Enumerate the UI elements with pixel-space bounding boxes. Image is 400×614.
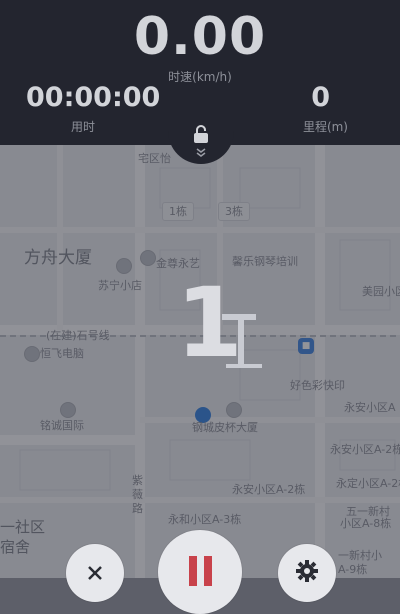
distance-value: 0 <box>311 82 330 113</box>
elapsed-time-value: 00:00:00 <box>26 82 161 113</box>
chevron-down-double-icon <box>196 148 206 157</box>
lock-icon <box>194 125 208 143</box>
close-icon <box>88 566 102 580</box>
pause-button[interactable] <box>158 530 242 614</box>
pause-icon <box>189 556 212 586</box>
gear-icon <box>296 560 318 582</box>
close-button[interactable] <box>66 544 124 602</box>
distance-label: 里程(m) <box>302 120 348 134</box>
settings-button[interactable] <box>278 544 336 602</box>
elapsed-time-label: 用时 <box>70 120 95 134</box>
speed-value: 0.00 <box>133 7 267 67</box>
countdown-stand-graphic <box>222 314 262 368</box>
countdown-number: 1 <box>176 267 243 379</box>
